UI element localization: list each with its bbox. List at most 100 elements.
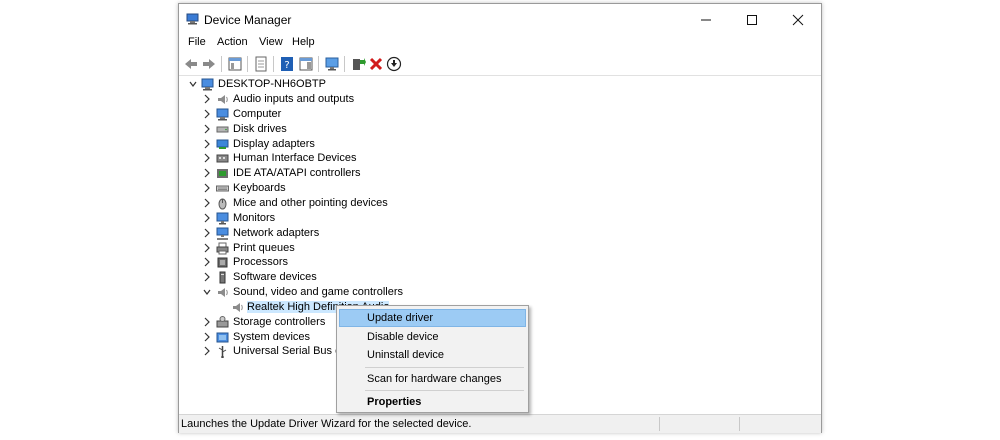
tree-item-label: Processors [233,256,289,269]
tree-category-item[interactable]: Audio inputs and outputs [179,92,579,107]
svg-text:?: ? [284,60,289,71]
computer-icon [216,108,229,121]
tree-category-item[interactable]: Keyboards [179,181,579,196]
tree-item-label: Network adapters [233,226,320,239]
network-adapter-icon [216,227,229,240]
uninstall-device-menu-item[interactable]: Uninstall device [339,346,526,364]
help-icon[interactable]: ? [279,56,295,72]
action-pane-icon[interactable] [298,56,314,72]
uninstall-icon[interactable] [368,56,384,72]
minimize-button[interactable] [683,4,729,34]
chevron-right-icon[interactable] [202,242,212,254]
chevron-right-icon[interactable] [202,256,212,268]
chevron-down-icon[interactable] [188,78,198,90]
properties-menu-item[interactable]: Properties [339,393,526,411]
chevron-right-icon[interactable] [202,182,212,194]
tree-category-item[interactable]: Computer [179,107,579,122]
toolbar-separator [318,56,319,72]
tree-item-label: Storage controllers [233,315,326,328]
tree-category-item[interactable]: Human Interface Devices [179,151,579,166]
tree-item-label: Human Interface Devices [233,152,357,165]
menu-separator [365,367,524,368]
printer-icon [216,242,229,254]
menu-view[interactable]: View [259,36,283,48]
computer-icon [201,78,214,91]
chevron-right-icon[interactable] [202,108,212,120]
disable-device-menu-item[interactable]: Disable device [339,328,526,346]
tree-item-label: Mice and other pointing devices [233,196,388,209]
chevron-right-icon[interactable] [202,271,212,283]
menu-bar: File Action View Help [179,34,821,52]
toolbar-separator [273,56,274,72]
tree-item-label: Display adapters [233,137,315,150]
context-menu: Update driver Disable device Uninstall d… [336,305,529,413]
chevron-right-icon[interactable] [202,197,212,209]
tree-category-item[interactable]: Processors [179,255,579,270]
download-arrow-icon[interactable] [386,56,402,72]
status-bar: Launches the Update Driver Wizard for th… [179,414,821,433]
tree-root[interactable]: DESKTOP-NH6OBTP [179,77,479,92]
device-manager-app-icon [186,13,199,25]
menu-help[interactable]: Help [292,36,315,48]
menu-separator [365,390,524,391]
forward-arrow-icon[interactable] [201,56,217,72]
tree-category-item[interactable]: Monitors [179,211,579,226]
minimize-icon [701,19,711,21]
tree-item-label: System devices [233,330,311,343]
properties-sheet-icon[interactable] [253,56,269,72]
chevron-down-icon[interactable] [202,286,212,298]
chevron-right-icon[interactable] [202,345,212,357]
chevron-right-icon[interactable] [202,331,212,343]
show-hide-console-tree-icon[interactable] [227,56,243,72]
disable-device-label: Disable device [367,331,439,343]
toolbar: ? [179,53,821,76]
tree-item-label: Computer [233,107,282,120]
status-text: Launches the Update Driver Wizard for th… [181,418,472,430]
title-bar[interactable]: Device Manager [179,4,821,34]
chevron-right-icon[interactable] [202,227,212,239]
display-adapter-icon [216,139,229,149]
chevron-right-icon[interactable] [202,316,212,328]
tree-category-item[interactable]: Software devices [179,270,579,285]
update-driver-menu-item[interactable]: Update driver [339,309,526,327]
chevron-right-icon[interactable] [202,212,212,224]
keyboard-icon [216,185,229,192]
scan-hardware-icon[interactable] [324,56,340,72]
close-icon [792,14,804,26]
monitor-icon [216,212,229,225]
tree-category-item[interactable]: Sound, video and game controllers [179,285,579,300]
status-separator [659,417,660,431]
scan-hardware-menu-item[interactable]: Scan for hardware changes [339,370,526,388]
chevron-right-icon[interactable] [202,138,212,150]
close-button[interactable] [775,4,821,34]
uninstall-device-label: Uninstall device [367,349,445,361]
storage-controller-icon [216,315,229,328]
tree-item-label: Monitors [233,211,276,224]
tree-item-label: Software devices [233,271,317,284]
usb-icon [218,346,227,359]
tree-category-item[interactable]: Network adapters [179,226,579,241]
chevron-right-icon[interactable] [202,152,212,164]
tree-item-label: Sound, video and game controllers [233,286,403,299]
speaker-icon [233,302,243,312]
toolbar-separator [344,56,345,72]
menu-action[interactable]: Action [217,36,248,48]
tree-root-label: DESKTOP-NH6OBTP [218,78,326,90]
status-separator [739,417,740,431]
tree-category-item[interactable]: Display adapters [179,137,579,152]
update-driver-icon[interactable] [350,56,366,72]
tree-item-label: Disk drives [233,122,287,135]
chevron-right-icon[interactable] [202,123,212,135]
chevron-right-icon[interactable] [202,93,212,105]
tree-category-item[interactable]: Disk drives [179,122,579,137]
menu-file[interactable]: File [188,36,206,48]
mouse-icon [218,198,227,210]
toolbar-separator [221,56,222,72]
tree-category-item[interactable]: Print queues [179,241,579,256]
maximize-button[interactable] [729,4,775,34]
software-device-icon [219,271,226,284]
tree-category-item[interactable]: Mice and other pointing devices [179,196,579,211]
tree-category-item[interactable]: IDE ATA/ATAPI controllers [179,166,579,181]
chevron-right-icon[interactable] [202,167,212,179]
back-arrow-icon[interactable] [183,56,199,72]
